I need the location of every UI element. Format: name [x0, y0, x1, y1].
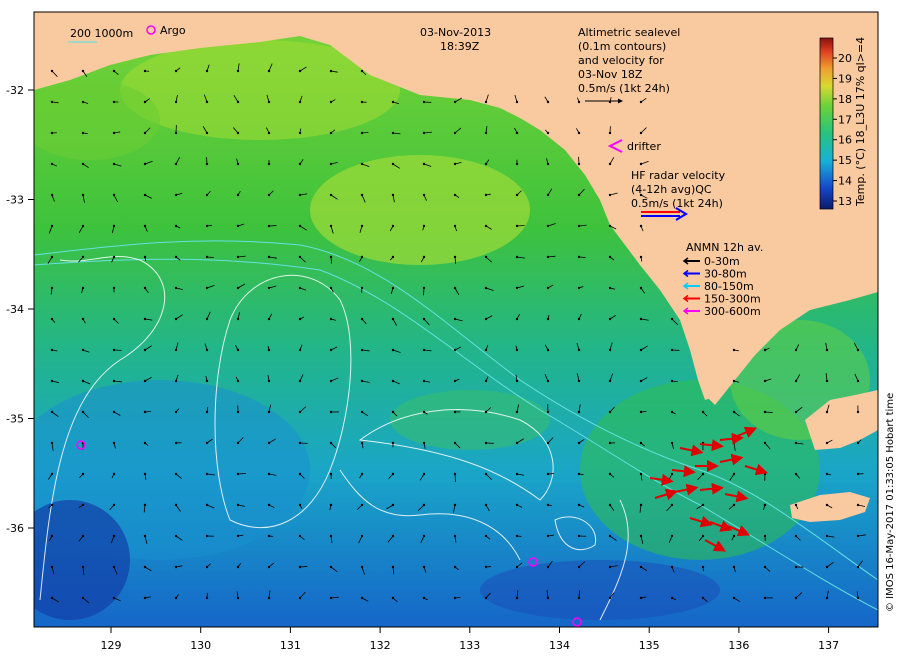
- anmn-legend-label: 80-150m: [704, 280, 754, 293]
- svg-text:0.5m/s (1kt 24h): 0.5m/s (1kt 24h): [578, 82, 670, 95]
- map-area: [34, 12, 878, 627]
- svg-text:200 1000m: 200 1000m: [70, 27, 133, 40]
- y-tick-label: -35: [6, 413, 24, 426]
- y-tick-label: -33: [6, 194, 24, 207]
- anmn-legend-label: 0-30m: [704, 255, 740, 268]
- x-tick-label: 132: [370, 639, 391, 652]
- credit-text: © IMOS 16-May-2017 01:33:05 Hobart time: [885, 393, 896, 612]
- colorbar-tick-label: 15: [838, 154, 852, 167]
- svg-text:ANMN 12h av.: ANMN 12h av.: [686, 241, 763, 254]
- svg-text:and velocity for: and velocity for: [578, 54, 664, 67]
- colorbar-tick-label: 13: [838, 195, 852, 208]
- x-tick-label: 129: [101, 639, 122, 652]
- x-tick-label: 131: [280, 639, 301, 652]
- svg-text:drifter: drifter: [627, 140, 661, 153]
- x-tick-label: 137: [818, 639, 839, 652]
- map-date: 03-Nov-2013: [420, 26, 491, 39]
- colorbar-tick-label: 18: [838, 93, 852, 106]
- y-tick-label: -34: [6, 303, 24, 316]
- sst-map-figure: 129 130 131 132 133 134 135 136 137 -32 -33 -34 -35…: [6, 11, 896, 652]
- colorbar-tick-label: 19: [838, 72, 852, 85]
- x-tick-label: 135: [639, 639, 660, 652]
- colorbar-tick-label: 20: [838, 52, 852, 65]
- colorbar-tick-label: 16: [838, 134, 852, 147]
- colorbar-tick-label: 17: [838, 113, 852, 126]
- x-tick-label: 130: [190, 639, 211, 652]
- svg-text:(0.1m contours): (0.1m contours): [578, 40, 666, 53]
- y-tick-label: -32: [6, 84, 24, 97]
- svg-text:03-Nov 18Z: 03-Nov 18Z: [578, 68, 643, 81]
- map-time: 18:39Z: [440, 40, 480, 53]
- svg-text:(4-12h avg)QC: (4-12h avg)QC: [631, 183, 712, 196]
- anmn-legend-label: 300-600m: [704, 305, 761, 318]
- anmn-legend-label: 150-300m: [704, 293, 761, 306]
- anmn-legend-label: 30-80m: [704, 268, 747, 281]
- colorbar-label: Temp. (°C) 18_L3U 17% ql>=4: [854, 37, 867, 207]
- y-axis: -32 -33 -34 -35 -36: [6, 84, 34, 535]
- y-tick-label: -36: [6, 522, 24, 535]
- x-axis: 129 130 131 132 133 134 135 136 137: [101, 627, 839, 652]
- colorbar-tick-label: 14: [838, 175, 852, 188]
- x-tick-label: 133: [459, 639, 480, 652]
- colorbar-gradient: [819, 37, 834, 210]
- svg-text:Argo: Argo: [160, 24, 186, 37]
- svg-text:HF radar velocity: HF radar velocity: [631, 169, 726, 182]
- svg-text:Altimetric sealevel: Altimetric sealevel: [578, 26, 680, 39]
- x-tick-label: 134: [549, 639, 570, 652]
- colorbar: 13 14 15 16 17 18 19 20 Temp. (°C) 18_L3U 17% q…: [819, 37, 867, 210]
- x-tick-label: 136: [728, 639, 749, 652]
